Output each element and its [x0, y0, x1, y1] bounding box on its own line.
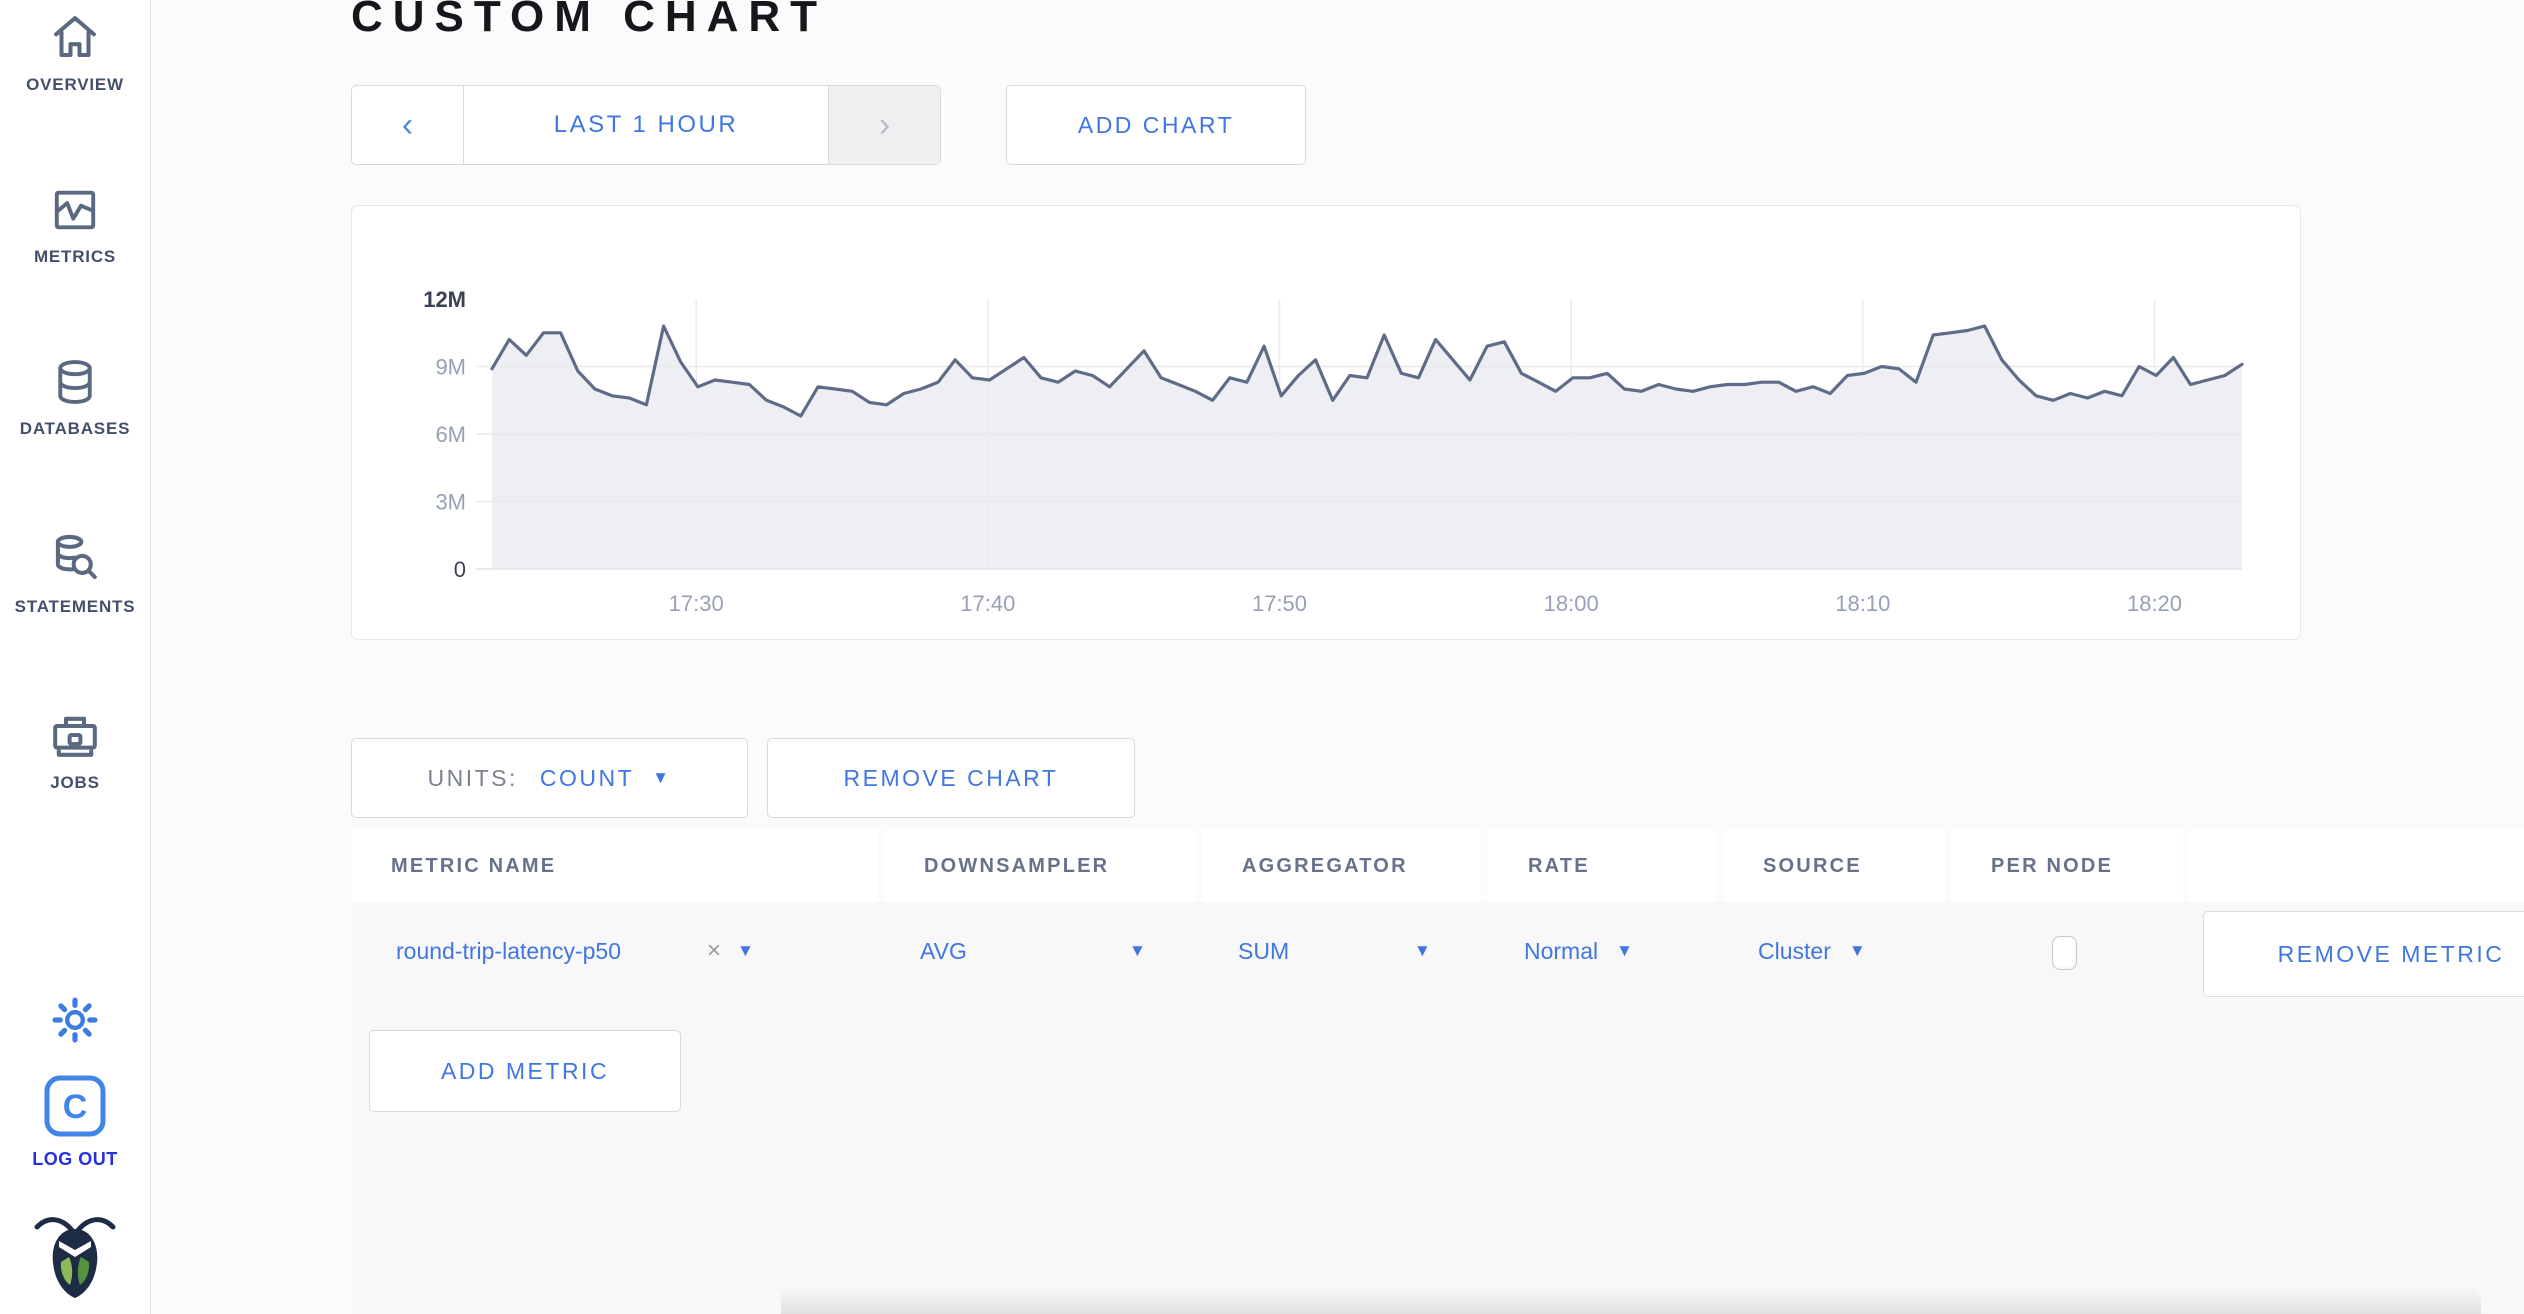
page-title: CUSTOM CHART — [351, 0, 828, 41]
time-range-selector: ‹ LAST 1 HOUR › — [351, 85, 941, 165]
brand-logo — [0, 1205, 150, 1305]
cockroach-c-logo: C — [43, 1075, 107, 1142]
sidebar-item-databases[interactable]: DATABASES — [0, 356, 150, 439]
svg-text:6M: 6M — [435, 422, 466, 447]
chevron-down-icon: ▼ — [737, 941, 754, 960]
aggregator-value: SUM — [1238, 937, 1290, 964]
home-icon — [48, 16, 102, 68]
database-icon — [49, 360, 101, 412]
svg-text:C: C — [63, 1088, 88, 1126]
sidebar-item-label: METRICS — [33, 247, 117, 266]
time-range-next-button[interactable]: › — [828, 86, 940, 164]
column-header-per-node: PER NODE — [1951, 830, 2183, 902]
remove-metric-button[interactable]: REMOVE METRIC — [2203, 911, 2524, 997]
chevron-down-icon: ▼ — [1848, 941, 1866, 960]
column-header-actions — [2189, 830, 2524, 902]
column-header-source: SOURCE — [1723, 830, 1945, 902]
logout-label: LOG OUT — [32, 1149, 118, 1169]
units-dropdown[interactable]: UNITS: COUNT ▼ — [351, 738, 748, 818]
column-header-metric-name: METRIC NAME — [351, 830, 878, 902]
svg-text:3M: 3M — [435, 490, 466, 515]
units-value: COUNT — [539, 764, 635, 791]
column-header-rate: RATE — [1488, 830, 1716, 902]
svg-text:18:20: 18:20 — [2127, 591, 2182, 616]
rate-dropdown[interactable]: Normal ▼ — [1524, 902, 1633, 1000]
column-header-downsampler: DOWNSAMPLER — [884, 830, 1196, 902]
sidebar-item-label: STATEMENTS — [14, 597, 136, 616]
metrics-graph-icon — [49, 190, 101, 240]
sidebar-logout[interactable]: C LOG OUT — [0, 1074, 150, 1170]
svg-text:17:40: 17:40 — [960, 591, 1015, 616]
add-chart-button[interactable]: ADD CHART — [1006, 85, 1306, 165]
sidebar-item-overview[interactable]: OVERVIEW — [0, 10, 150, 95]
sidebar: OVERVIEW METRICS DATABASES STATEMENTS JO… — [0, 0, 151, 1314]
sidebar-item-metrics[interactable]: METRICS — [0, 184, 150, 267]
chevron-right-icon: › — [878, 105, 891, 144]
per-node-checkbox[interactable] — [2052, 936, 2077, 970]
svg-text:12M: 12M — [423, 287, 466, 312]
metric-name-dropdown[interactable]: round-trip-latency-p50 × ▼ — [396, 902, 754, 1000]
sidebar-item-statements[interactable]: STATEMENTS — [0, 532, 150, 617]
time-range-prev-button[interactable]: ‹ — [352, 86, 464, 164]
units-label: UNITS: — [427, 764, 518, 791]
sidebar-settings[interactable] — [0, 994, 150, 1051]
chevron-down-icon[interactable]: ▼ — [1414, 902, 1431, 1000]
svg-text:9M: 9M — [435, 355, 466, 380]
sidebar-item-label: JOBS — [50, 773, 100, 792]
sidebar-item-label: DATABASES — [19, 419, 131, 438]
remove-chart-button[interactable]: REMOVE CHART — [767, 738, 1135, 818]
main-content: CUSTOM CHART ‹ LAST 1 HOUR › ADD CHART 0… — [151, 0, 2524, 1314]
rate-value: Normal — [1524, 937, 1599, 964]
column-header-aggregator: AGGREGATOR — [1202, 830, 1481, 902]
source-value: Cluster — [1758, 937, 1831, 964]
svg-text:0: 0 — [454, 557, 466, 582]
aggregator-dropdown[interactable]: SUM — [1238, 902, 1289, 1000]
svg-text:18:00: 18:00 — [1544, 591, 1599, 616]
chart-card: 0 3M 6M 9M 12M 17:30 17:40 17:50 18:00 18:10 18:20 — [351, 205, 2301, 640]
custom-chart-plot: 0 3M 6M 9M 12M 17:30 17:40 17:50 18:00 18:10 18:20 — [423, 287, 2244, 616]
svg-text:17:30: 17:30 — [669, 591, 724, 616]
chevron-down-icon: ▼ — [652, 768, 672, 787]
briefcase-icon — [48, 716, 102, 766]
downsampler-value: AVG — [920, 937, 967, 964]
clear-metric-icon[interactable]: × — [707, 937, 721, 965]
svg-text:18:10: 18:10 — [1835, 591, 1890, 616]
add-metric-button[interactable]: ADD METRIC — [369, 1030, 681, 1112]
cockroach-logo — [29, 1217, 121, 1304]
chevron-down-icon[interactable]: ▼ — [1129, 902, 1146, 1000]
svg-text:17:50: 17:50 — [1252, 591, 1307, 616]
time-range-dropdown[interactable]: LAST 1 HOUR — [464, 86, 828, 164]
sidebar-item-label: OVERVIEW — [26, 75, 124, 94]
database-search-icon — [48, 534, 102, 590]
next-card-shadow — [781, 1286, 2481, 1314]
gear-icon — [49, 997, 101, 1050]
chevron-left-icon: ‹ — [401, 105, 414, 144]
chevron-down-icon: ▼ — [1616, 941, 1633, 960]
source-dropdown[interactable]: Cluster ▼ — [1758, 902, 1866, 1000]
sidebar-item-jobs[interactable]: JOBS — [0, 708, 150, 793]
downsampler-dropdown[interactable]: AVG — [920, 902, 967, 1000]
metric-name-value: round-trip-latency-p50 — [396, 937, 622, 964]
